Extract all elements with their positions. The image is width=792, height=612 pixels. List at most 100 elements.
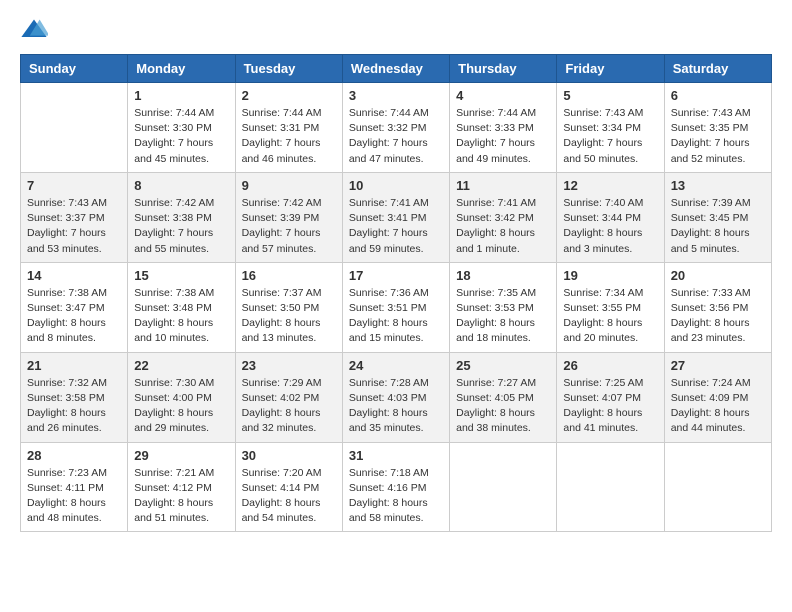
cell-info: Sunrise: 7:18 AMSunset: 4:16 PMDaylight:…	[349, 466, 443, 527]
calendar-cell: 26 Sunrise: 7:25 AMSunset: 4:07 PMDayligh…	[557, 352, 664, 442]
day-number: 7	[27, 178, 121, 193]
day-number: 20	[671, 268, 765, 283]
cell-info: Sunrise: 7:35 AMSunset: 3:53 PMDaylight:…	[456, 286, 550, 347]
cell-info: Sunrise: 7:43 AMSunset: 3:35 PMDaylight:…	[671, 106, 765, 167]
calendar-cell	[664, 442, 771, 532]
calendar-cell: 6 Sunrise: 7:43 AMSunset: 3:35 PMDaylight…	[664, 83, 771, 173]
cell-info: Sunrise: 7:29 AMSunset: 4:02 PMDaylight:…	[242, 376, 336, 437]
day-header-saturday: Saturday	[664, 55, 771, 83]
cell-info: Sunrise: 7:30 AMSunset: 4:00 PMDaylight:…	[134, 376, 228, 437]
calendar-cell: 7 Sunrise: 7:43 AMSunset: 3:37 PMDaylight…	[21, 172, 128, 262]
cell-info: Sunrise: 7:25 AMSunset: 4:07 PMDaylight:…	[563, 376, 657, 437]
day-number: 30	[242, 448, 336, 463]
logo-icon	[20, 16, 48, 44]
calendar-cell: 10 Sunrise: 7:41 AMSunset: 3:41 PMDayligh…	[342, 172, 449, 262]
cell-info: Sunrise: 7:34 AMSunset: 3:55 PMDaylight:…	[563, 286, 657, 347]
day-number: 31	[349, 448, 443, 463]
cell-info: Sunrise: 7:43 AMSunset: 3:34 PMDaylight:…	[563, 106, 657, 167]
cell-info: Sunrise: 7:33 AMSunset: 3:56 PMDaylight:…	[671, 286, 765, 347]
calendar-cell: 25 Sunrise: 7:27 AMSunset: 4:05 PMDayligh…	[450, 352, 557, 442]
week-row-5: 28 Sunrise: 7:23 AMSunset: 4:11 PMDayligh…	[21, 442, 772, 532]
cell-info: Sunrise: 7:32 AMSunset: 3:58 PMDaylight:…	[27, 376, 121, 437]
day-number: 1	[134, 88, 228, 103]
cell-info: Sunrise: 7:44 AMSunset: 3:33 PMDaylight:…	[456, 106, 550, 167]
calendar-table: SundayMondayTuesdayWednesdayThursdayFrid…	[20, 54, 772, 532]
week-row-2: 7 Sunrise: 7:43 AMSunset: 3:37 PMDaylight…	[21, 172, 772, 262]
cell-info: Sunrise: 7:44 AMSunset: 3:31 PMDaylight:…	[242, 106, 336, 167]
calendar-cell: 13Sunrise: 7:39 AMSunset: 3:45 PMDayligh…	[664, 172, 771, 262]
day-number: 16	[242, 268, 336, 283]
day-header-monday: Monday	[128, 55, 235, 83]
calendar-cell: 14Sunrise: 7:38 AMSunset: 3:47 PMDayligh…	[21, 262, 128, 352]
calendar-cell: 30 Sunrise: 7:20 AMSunset: 4:14 PMDayligh…	[235, 442, 342, 532]
day-number: 22	[134, 358, 228, 373]
day-number: 3	[349, 88, 443, 103]
day-number: 19	[563, 268, 657, 283]
calendar-cell: 17Sunrise: 7:36 AMSunset: 3:51 PMDayligh…	[342, 262, 449, 352]
day-number: 15	[134, 268, 228, 283]
cell-info: Sunrise: 7:38 AMSunset: 3:47 PMDaylight:…	[27, 286, 121, 347]
calendar-cell: 21 Sunrise: 7:32 AMSunset: 3:58 PMDayligh…	[21, 352, 128, 442]
cell-info: Sunrise: 7:41 AMSunset: 3:42 PMDaylight:…	[456, 196, 550, 257]
cell-info: Sunrise: 7:20 AMSunset: 4:14 PMDaylight:…	[242, 466, 336, 527]
day-number: 21	[27, 358, 121, 373]
calendar-cell	[557, 442, 664, 532]
calendar-cell: 31 Sunrise: 7:18 AMSunset: 4:16 PMDayligh…	[342, 442, 449, 532]
cell-info: Sunrise: 7:43 AMSunset: 3:37 PMDaylight:…	[27, 196, 121, 257]
calendar-cell	[21, 83, 128, 173]
cell-info: Sunrise: 7:39 AMSunset: 3:45 PMDaylight:…	[671, 196, 765, 257]
day-header-wednesday: Wednesday	[342, 55, 449, 83]
day-number: 28	[27, 448, 121, 463]
day-number: 10	[349, 178, 443, 193]
calendar-cell: 1 Sunrise: 7:44 AMSunset: 3:30 PMDaylight…	[128, 83, 235, 173]
calendar-cell: 28 Sunrise: 7:23 AMSunset: 4:11 PMDayligh…	[21, 442, 128, 532]
page-header	[20, 16, 772, 44]
calendar-cell: 9 Sunrise: 7:42 AMSunset: 3:39 PMDaylight…	[235, 172, 342, 262]
calendar-cell: 4 Sunrise: 7:44 AMSunset: 3:33 PMDaylight…	[450, 83, 557, 173]
day-number: 6	[671, 88, 765, 103]
day-header-thursday: Thursday	[450, 55, 557, 83]
cell-info: Sunrise: 7:42 AMSunset: 3:38 PMDaylight:…	[134, 196, 228, 257]
week-row-1: 1 Sunrise: 7:44 AMSunset: 3:30 PMDaylight…	[21, 83, 772, 173]
day-number: 11	[456, 178, 550, 193]
week-row-4: 21 Sunrise: 7:32 AMSunset: 3:58 PMDayligh…	[21, 352, 772, 442]
day-number: 23	[242, 358, 336, 373]
cell-info: Sunrise: 7:40 AMSunset: 3:44 PMDaylight:…	[563, 196, 657, 257]
logo	[20, 16, 52, 44]
calendar-cell: 11 Sunrise: 7:41 AMSunset: 3:42 PMDayligh…	[450, 172, 557, 262]
calendar-cell: 27Sunrise: 7:24 AMSunset: 4:09 PMDayligh…	[664, 352, 771, 442]
cell-info: Sunrise: 7:27 AMSunset: 4:05 PMDaylight:…	[456, 376, 550, 437]
day-number: 9	[242, 178, 336, 193]
cell-info: Sunrise: 7:28 AMSunset: 4:03 PMDaylight:…	[349, 376, 443, 437]
day-number: 4	[456, 88, 550, 103]
calendar-cell	[450, 442, 557, 532]
day-number: 12	[563, 178, 657, 193]
cell-info: Sunrise: 7:21 AMSunset: 4:12 PMDaylight:…	[134, 466, 228, 527]
calendar-cell: 3 Sunrise: 7:44 AMSunset: 3:32 PMDaylight…	[342, 83, 449, 173]
day-number: 24	[349, 358, 443, 373]
week-row-3: 14Sunrise: 7:38 AMSunset: 3:47 PMDayligh…	[21, 262, 772, 352]
cell-info: Sunrise: 7:38 AMSunset: 3:48 PMDaylight:…	[134, 286, 228, 347]
calendar-cell: 24 Sunrise: 7:28 AMSunset: 4:03 PMDayligh…	[342, 352, 449, 442]
day-number: 2	[242, 88, 336, 103]
calendar-cell: 29Sunrise: 7:21 AMSunset: 4:12 PMDayligh…	[128, 442, 235, 532]
day-number: 25	[456, 358, 550, 373]
day-number: 27	[671, 358, 765, 373]
calendar-cell: 15 Sunrise: 7:38 AMSunset: 3:48 PMDayligh…	[128, 262, 235, 352]
calendar-cell: 12 Sunrise: 7:40 AMSunset: 3:44 PMDayligh…	[557, 172, 664, 262]
calendar-cell: 5Sunrise: 7:43 AMSunset: 3:34 PMDaylight…	[557, 83, 664, 173]
day-number: 18	[456, 268, 550, 283]
cell-info: Sunrise: 7:23 AMSunset: 4:11 PMDaylight:…	[27, 466, 121, 527]
calendar-cell: 8Sunrise: 7:42 AMSunset: 3:38 PMDaylight…	[128, 172, 235, 262]
cell-info: Sunrise: 7:41 AMSunset: 3:41 PMDaylight:…	[349, 196, 443, 257]
cell-info: Sunrise: 7:44 AMSunset: 3:30 PMDaylight:…	[134, 106, 228, 167]
day-header-friday: Friday	[557, 55, 664, 83]
cell-info: Sunrise: 7:44 AMSunset: 3:32 PMDaylight:…	[349, 106, 443, 167]
calendar-cell: 22 Sunrise: 7:30 AMSunset: 4:00 PMDayligh…	[128, 352, 235, 442]
cell-info: Sunrise: 7:42 AMSunset: 3:39 PMDaylight:…	[242, 196, 336, 257]
calendar-cell: 19 Sunrise: 7:34 AMSunset: 3:55 PMDayligh…	[557, 262, 664, 352]
calendar-cell: 16Sunrise: 7:37 AMSunset: 3:50 PMDayligh…	[235, 262, 342, 352]
day-header-sunday: Sunday	[21, 55, 128, 83]
day-number: 26	[563, 358, 657, 373]
day-number: 17	[349, 268, 443, 283]
